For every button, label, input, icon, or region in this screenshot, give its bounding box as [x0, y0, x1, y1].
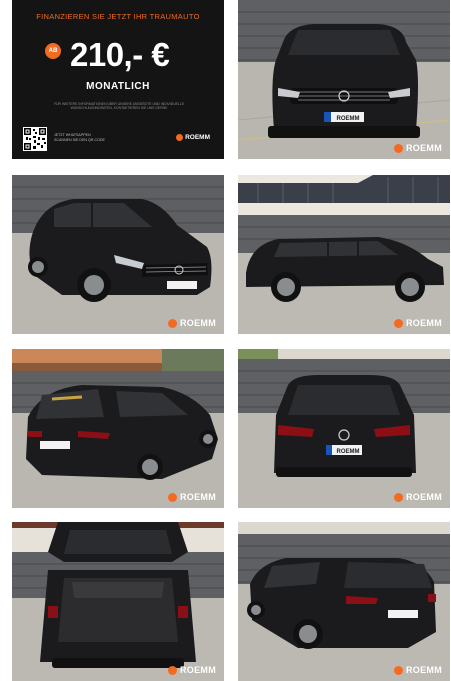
watermark-dot-icon [168, 492, 177, 502]
photo-watermark: ROEMM [394, 492, 442, 502]
watermark-dot-icon [394, 665, 403, 675]
gallery-photo-front-left[interactable]: ROEMM [12, 175, 224, 334]
whatsapp-line-2: SCANNEN SIE DEN QR-CODE [54, 138, 105, 142]
qr-code-icon[interactable] [23, 127, 47, 151]
gallery-photo-side[interactable]: ROEMM [238, 175, 450, 334]
car-rear-image: ROEMM [238, 349, 450, 508]
price-badge: AB [45, 43, 61, 59]
promo-headline: FINANZIEREN SIE JETZT IHR TRAUMAUTO [36, 12, 200, 21]
photo-watermark: ROEMM [168, 318, 216, 328]
watermark-dot-icon [394, 318, 403, 328]
watermark-text: ROEMM [180, 665, 216, 675]
promo-brand-logo: ROEMM [176, 134, 210, 141]
car-side-image [238, 175, 450, 334]
car-front-left-image [12, 175, 224, 334]
front-plate-text: ROEMM [337, 116, 360, 122]
photo-watermark: ROEMM [168, 492, 216, 502]
gallery-photo-rear-left[interactable]: ROEMM [12, 349, 224, 508]
promo-price: 210,- € [70, 36, 170, 73]
whatsapp-note: JETZT WHATSAPPEN SCANNEN SIE DEN QR-CODE [54, 133, 105, 143]
photo-watermark: ROEMM [168, 665, 216, 675]
gallery-photo-trunk[interactable]: ROEMM [12, 522, 224, 681]
financing-promo-card[interactable]: FINANZIEREN SIE JETZT IHR TRAUMAUTO AB 2… [12, 0, 224, 159]
photo-watermark: ROEMM [394, 143, 442, 153]
photo-watermark: ROEMM [394, 665, 442, 675]
promo-fine-print: FÜR WEITERE INFORMATIONEN ÜBER UNSERE AN… [54, 102, 184, 111]
car-front-image: ROEMM [238, 0, 450, 159]
watermark-dot-icon [394, 143, 403, 153]
watermark-dot-icon [168, 665, 177, 675]
car-rear-right-image [238, 522, 450, 681]
promo-brand-text: ROEMM [185, 134, 210, 141]
brand-dot-icon [176, 134, 184, 141]
promo-period: MONATLICH [86, 81, 150, 92]
watermark-text: ROEMM [180, 492, 216, 502]
car-open-trunk-image [12, 522, 224, 681]
watermark-text: ROEMM [406, 318, 442, 328]
watermark-text: ROEMM [180, 318, 216, 328]
watermark-text: ROEMM [406, 665, 442, 675]
photo-watermark: ROEMM [394, 318, 442, 328]
watermark-text: ROEMM [406, 143, 442, 153]
watermark-dot-icon [394, 492, 403, 502]
car-rear-left-image [12, 349, 224, 508]
watermark-text: ROEMM [406, 492, 442, 502]
gallery-photo-rear-right[interactable]: ROEMM [238, 522, 450, 681]
gallery-photo-rear[interactable]: ROEMM ROEMM [238, 349, 450, 508]
rear-plate-text: ROEMM [337, 449, 360, 455]
watermark-dot-icon [168, 318, 177, 328]
gallery-photo-front[interactable]: ROEMM ROEMM [238, 0, 450, 159]
